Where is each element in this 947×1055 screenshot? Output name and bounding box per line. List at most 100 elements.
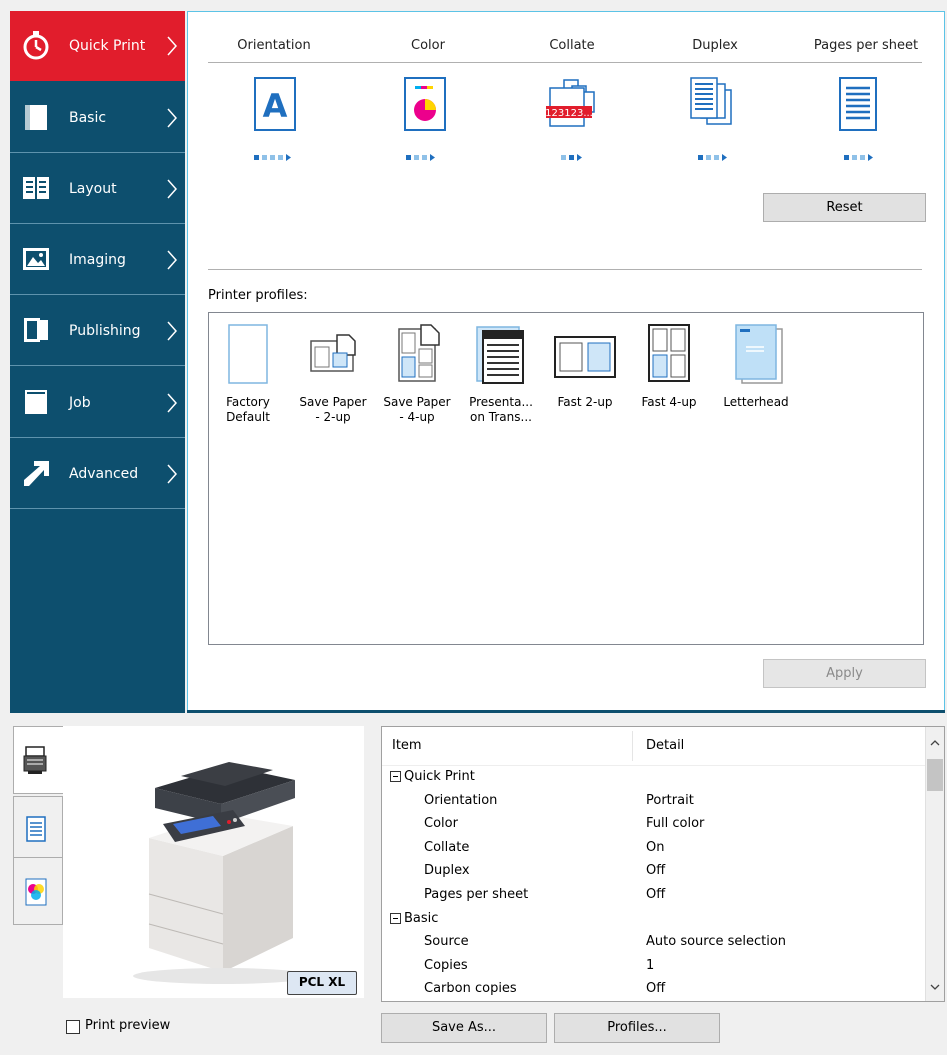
scroll-down-icon[interactable] [926, 979, 944, 995]
collapse-toggle-icon[interactable] [390, 912, 401, 924]
profiles-button[interactable]: Profiles... [554, 1013, 720, 1043]
printer-icon [23, 746, 47, 774]
duplex-pages-icon [690, 77, 732, 125]
print-preview-checkbox[interactable] [66, 1020, 80, 1034]
profile-fast-2-up[interactable]: Fast 2-up [545, 321, 625, 441]
panel-bottom-border [187, 710, 945, 713]
chevron-right-icon [167, 179, 177, 199]
summary-item-label: Pages per sheet [424, 887, 529, 902]
sidebar-item-label: Publishing [69, 323, 141, 339]
summary-item-label: Source [424, 934, 469, 950]
summary-group-label[interactable]: Basic [404, 907, 438, 931]
sidebar-item-label: Advanced [69, 466, 139, 482]
sidebar-item-label: Imaging [69, 252, 126, 268]
sidebar-item-label: Quick Print [69, 38, 146, 54]
sidebar-item-label: Layout [69, 181, 117, 197]
settings-summary-list: Item Detail Quick Print Orientation Portra… [381, 726, 945, 1002]
sidebar-item-quick-print[interactable]: Quick Print [10, 11, 185, 81]
duplex-options-indicator[interactable] [698, 152, 738, 162]
orientation-options-indicator[interactable] [254, 152, 294, 162]
profile-save-paper-4-up[interactable]: Save Paper - 4-up [377, 321, 457, 441]
summary-item-detail: Full color [646, 816, 705, 832]
summary-item-label: Copies [424, 957, 468, 973]
printer-preview-image [63, 726, 364, 998]
sidebar-item-label: Basic [69, 110, 107, 126]
profile-factory-default[interactable]: Factory Default [208, 321, 288, 441]
summary-item-detail: On [646, 839, 665, 855]
letterhead-icon [735, 324, 783, 384]
profile-label: Fast 2-up [557, 395, 613, 409]
job-icon [25, 390, 47, 414]
reset-button[interactable]: Reset [763, 193, 926, 222]
column-header-detail[interactable]: Detail [646, 727, 684, 765]
apply-button[interactable]: Apply [763, 659, 926, 688]
sidebar-item-publishing[interactable]: Publishing [10, 296, 185, 366]
color-page-icon [404, 77, 446, 131]
summary-item-detail: Off [646, 863, 666, 879]
single-page-icon [839, 77, 877, 131]
four-up-icon [398, 324, 440, 382]
tab-color-preview[interactable] [13, 857, 63, 925]
summary-item-label: Duplex [424, 863, 470, 879]
collate-label: 123123... [545, 108, 593, 119]
presentation-icon [476, 326, 524, 384]
column-header-item[interactable]: Item [392, 727, 422, 765]
sidebar-item-layout[interactable]: Layout [10, 154, 185, 224]
profile-label: Save Paper - 2-up [299, 395, 367, 424]
publishing-icon [24, 318, 48, 342]
profile-label: Factory Default [226, 395, 270, 424]
collate-selector[interactable]: 123123... [542, 76, 602, 132]
tab-page-preview[interactable] [13, 796, 63, 864]
column-separator [632, 731, 633, 761]
profile-label: Presenta... on Trans... [469, 395, 533, 424]
printer-device-illustration [133, 762, 313, 984]
profile-fast-4-up[interactable]: Fast 4-up [629, 321, 709, 441]
collate-options-indicator[interactable] [561, 152, 601, 162]
quick-print-panel: Orientation Color Collate Duplex Pages p… [187, 11, 945, 712]
portrait-page-icon: A [254, 77, 296, 131]
scroll-up-icon[interactable] [926, 735, 944, 751]
summary-item-label: Color [424, 816, 458, 832]
collapse-toggle-icon[interactable] [390, 771, 401, 782]
stopwatch-icon [23, 31, 49, 60]
sidebar-item-imaging[interactable]: Imaging [10, 225, 185, 295]
orientation-header: Orientation [237, 38, 311, 53]
summary-group-label[interactable]: Quick Print [404, 765, 475, 789]
color-selector[interactable] [403, 76, 453, 132]
pcl-xl-badge: PCL XL [287, 971, 357, 995]
sidebar-item-job[interactable]: Job [10, 368, 185, 438]
sidebar: Quick Print Basic Layout Imaging Publish… [10, 11, 185, 713]
printer-profiles-label: Printer profiles: [208, 288, 308, 303]
orientation-selector[interactable]: A [253, 76, 303, 132]
summary-item-detail: 1 [646, 957, 655, 973]
summary-item-detail: Off [646, 887, 666, 902]
divider [208, 269, 922, 270]
document-icon [26, 816, 46, 842]
sidebar-item-basic[interactable]: Basic [10, 83, 185, 153]
pages-per-sheet-header: Pages per sheet [813, 38, 919, 53]
summary-item-detail: Auto source selection [646, 934, 787, 950]
color-header: Color [411, 38, 445, 53]
duplex-selector[interactable] [685, 76, 741, 132]
pages-per-sheet-selector[interactable] [836, 76, 886, 132]
printer-profiles-list: Factory Default Save Paper - 2-up Save P… [208, 312, 924, 645]
image-icon [23, 248, 49, 270]
two-up-icon [310, 334, 356, 372]
profile-letterhead[interactable]: Letterhead [713, 321, 799, 441]
arrow-icon [24, 461, 49, 486]
scrollbar-thumb[interactable] [927, 759, 943, 791]
profile-presentation-on-transparency[interactable]: Presenta... on Trans... [461, 321, 541, 441]
orientation-letter: A [263, 87, 288, 125]
sidebar-item-advanced[interactable]: Advanced [10, 439, 185, 509]
layout-icon [23, 177, 49, 199]
color-options-indicator[interactable] [406, 152, 446, 162]
pages-per-sheet-options-indicator[interactable] [844, 152, 884, 162]
collate-header: Collate [549, 38, 595, 53]
profile-save-paper-2-up[interactable]: Save Paper - 2-up [293, 321, 373, 441]
chevron-right-icon [167, 393, 177, 413]
duplex-header: Duplex [692, 38, 738, 53]
save-as-button[interactable]: Save As... [381, 1013, 547, 1043]
print-preview-label: Print preview [85, 1018, 171, 1033]
tab-printer-preview[interactable] [13, 726, 65, 794]
vertical-scrollbar[interactable] [925, 727, 944, 1001]
